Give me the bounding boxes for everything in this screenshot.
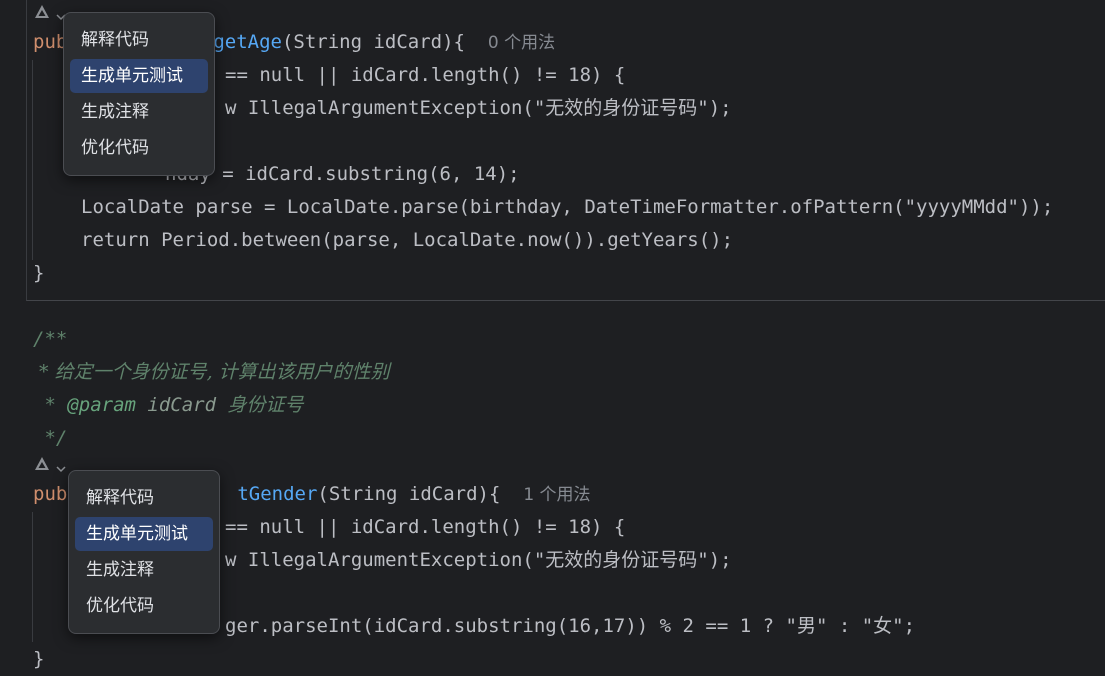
menu-item-generate-comment[interactable]: 生成注释 bbox=[75, 553, 213, 587]
doc-param-line: * @param idCard 身份证号 bbox=[33, 394, 304, 416]
doc-description: * 给定一个身份证号, 计算出该用户的性别 bbox=[33, 361, 390, 383]
code-line-throw: w IllegalArgumentException("无效的身份证号码"); bbox=[225, 97, 732, 119]
menu-item-optimize-code[interactable]: 优化代码 bbox=[70, 131, 208, 165]
menu-item-explain-code[interactable]: 解释代码 bbox=[75, 481, 213, 515]
menu-item-generate-unit-test[interactable]: 生成单元测试 bbox=[75, 517, 213, 551]
indent-guide-2 bbox=[32, 512, 33, 642]
code-line-return: return Period.between(parse, LocalDate.n… bbox=[81, 229, 734, 251]
menu-item-optimize-code[interactable]: 优化代码 bbox=[75, 589, 213, 623]
code-line-close-brace-2: } bbox=[33, 648, 45, 670]
code-line-birthday: nday = idCard.substring(6, 14); bbox=[165, 163, 520, 185]
usage-count[interactable]: 1 个用法 bbox=[523, 485, 590, 505]
ai-assistant-icon bbox=[32, 455, 52, 480]
ai-action-trigger-2[interactable] bbox=[32, 456, 72, 478]
doc-open: /** bbox=[33, 328, 68, 350]
chevron-down-icon bbox=[56, 456, 66, 478]
usage-count[interactable]: 0 个用法 bbox=[488, 33, 555, 53]
code-line-close-brace: } bbox=[33, 262, 45, 284]
code-line-parse: LocalDate parse = LocalDate.parse(birthd… bbox=[81, 196, 1054, 218]
ai-assistant-icon bbox=[32, 3, 52, 28]
menu-item-generate-comment[interactable]: 生成注释 bbox=[70, 95, 208, 129]
menu-item-generate-unit-test[interactable]: 生成单元测试 bbox=[70, 59, 208, 93]
ai-action-menu-2: 解释代码 生成单元测试 生成注释 优化代码 bbox=[68, 470, 220, 634]
doc-close: */ bbox=[33, 427, 68, 449]
code-line-if-2: == null || idCard.length() != 18) { bbox=[225, 516, 626, 538]
code-line-throw-2: w IllegalArgumentException("无效的身份证号码"); bbox=[225, 549, 732, 571]
code-line-return-2: ger.parseInt(idCard.substring(16,17)) % … bbox=[225, 615, 916, 637]
menu-item-explain-code[interactable]: 解释代码 bbox=[70, 23, 208, 57]
code-line-if: == null || idCard.length() != 18) { bbox=[225, 64, 626, 86]
ai-action-menu: 解释代码 生成单元测试 生成注释 优化代码 bbox=[63, 12, 215, 176]
indent-guide bbox=[32, 60, 33, 260]
